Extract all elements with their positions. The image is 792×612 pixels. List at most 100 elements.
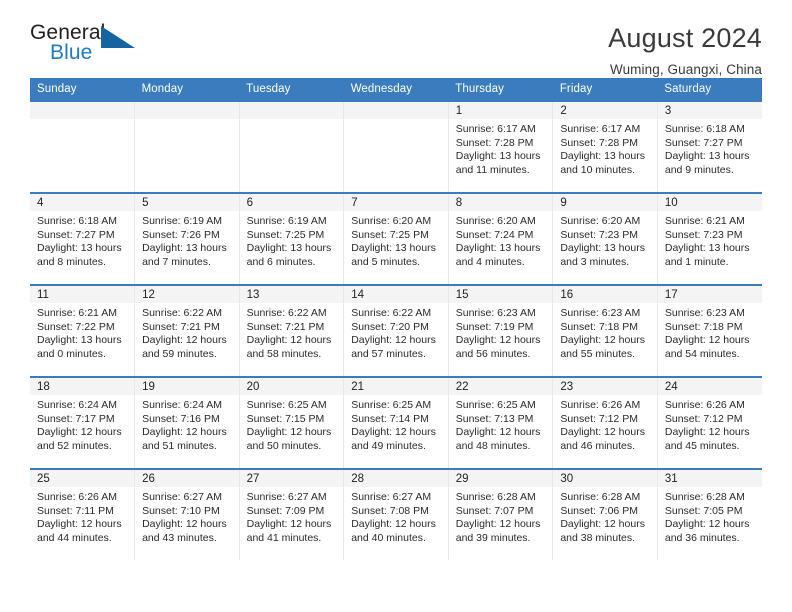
day-number: 26	[135, 470, 239, 487]
calendar-day-cell[interactable]: 17 Sunrise: 6:23 AM Sunset: 7:18 PM Dayligh…	[656, 284, 762, 377]
daylight-text-line1: Daylight: 12 hours	[664, 334, 750, 347]
daylight-text-line1: Daylight: 13 hours	[560, 242, 645, 255]
day-number: 29	[448, 470, 553, 487]
daylight-text-line1: Daylight: 13 hours	[664, 242, 750, 255]
calendar-day-cell[interactable]: 31 Sunrise: 6:28 AM Sunset: 7:05 PM Dayligh…	[656, 468, 762, 560]
daylight-text-line2: and 40 minutes.	[351, 531, 426, 544]
sunrise-text: Sunrise: 6:22 AM	[142, 307, 223, 319]
day-number: 1	[448, 102, 553, 119]
calendar-day-cell[interactable]: 27 Sunrise: 6:27 AM Sunset: 7:09 PM Dayligh…	[238, 468, 344, 560]
calendar-day-cell[interactable]: 18 Sunrise: 6:24 AM Sunset: 7:17 PM Dayligh…	[30, 376, 135, 469]
day-details: Sunrise: 6:23 AM Sunset: 7:18 PM Daylight:…	[658, 303, 762, 361]
calendar-empty-cell	[30, 100, 135, 193]
sunrise-text: Sunrise: 6:28 AM	[455, 491, 536, 503]
calendar-day-cell[interactable]: 14 Sunrise: 6:22 AM Sunset: 7:20 PM Dayligh…	[343, 284, 449, 377]
daylight-text-line1: Daylight: 12 hours	[246, 334, 332, 347]
daylight-text-line1: Daylight: 12 hours	[142, 518, 227, 531]
daylight-text-line2: and 39 minutes.	[455, 531, 531, 544]
calendar-day-cell[interactable]: 12 Sunrise: 6:22 AM Sunset: 7:21 PM Dayligh…	[134, 284, 240, 377]
calendar-day-cell[interactable]: 6 Sunrise: 6:19 AM Sunset: 7:25 PM Daylight…	[238, 192, 344, 285]
daylight-text-line2: and 50 minutes.	[246, 439, 322, 452]
day-details: Sunrise: 6:27 AM Sunset: 7:10 PM Daylight:…	[135, 487, 239, 545]
sunrise-sunset-calendar: Sunday Monday Tuesday Wednesday Thursday…	[30, 78, 762, 560]
calendar-day-cell[interactable]: 16 Sunrise: 6:23 AM Sunset: 7:18 PM Dayligh…	[552, 284, 658, 377]
day-cell-content	[344, 102, 448, 192]
page-title: August 2024	[608, 23, 762, 53]
daylight-text-line1: Daylight: 12 hours	[560, 334, 645, 347]
day-cell-content: 16 Sunrise: 6:23 AM Sunset: 7:18 PM Dayligh…	[553, 286, 657, 376]
day-cell-content: 23 Sunrise: 6:26 AM Sunset: 7:12 PM Dayligh…	[553, 378, 657, 468]
day-cell-content: 28 Sunrise: 6:27 AM Sunset: 7:08 PM Dayligh…	[344, 470, 448, 560]
daylight-text-line2: and 10 minutes.	[560, 163, 636, 176]
day-details: Sunrise: 6:26 AM Sunset: 7:12 PM Daylight:…	[553, 395, 657, 453]
day-cell-content: 14 Sunrise: 6:22 AM Sunset: 7:20 PM Dayligh…	[344, 286, 448, 376]
weekday-header-thursday: Thursday	[448, 78, 553, 101]
day-details: Sunrise: 6:22 AM Sunset: 7:20 PM Daylight:…	[344, 303, 448, 361]
day-details: Sunrise: 6:28 AM Sunset: 7:06 PM Daylight:…	[553, 487, 657, 545]
day-cell-content: 24 Sunrise: 6:26 AM Sunset: 7:12 PM Dayligh…	[657, 378, 762, 468]
daylight-text-line1: Daylight: 12 hours	[246, 518, 332, 531]
daylight-text-line2: and 4 minutes.	[455, 255, 525, 268]
daylight-text-line1: Daylight: 12 hours	[455, 334, 541, 347]
sunrise-text: Sunrise: 6:17 AM	[560, 123, 641, 135]
day-cell-content: 25 Sunrise: 6:26 AM Sunset: 7:11 PM Dayligh…	[30, 470, 135, 560]
daylight-text-line2: and 54 minutes.	[664, 347, 740, 360]
day-cell-content: 13 Sunrise: 6:22 AM Sunset: 7:21 PM Dayligh…	[239, 286, 344, 376]
day-details: Sunrise: 6:22 AM Sunset: 7:21 PM Daylight:…	[135, 303, 239, 361]
day-number: 22	[448, 378, 553, 395]
daylight-text-line1: Daylight: 13 hours	[664, 150, 750, 163]
day-cell-content: 18 Sunrise: 6:24 AM Sunset: 7:17 PM Dayligh…	[30, 378, 135, 468]
sunrise-text: Sunrise: 6:19 AM	[142, 215, 223, 227]
day-number: 12	[135, 286, 239, 303]
daylight-text-line1: Daylight: 12 hours	[142, 334, 227, 347]
sunrise-text: Sunrise: 6:25 AM	[246, 399, 327, 411]
calendar-day-cell[interactable]: 10 Sunrise: 6:21 AM Sunset: 7:23 PM Dayligh…	[656, 192, 762, 285]
daylight-text-line1: Daylight: 13 hours	[142, 242, 227, 255]
calendar-day-cell[interactable]: 30 Sunrise: 6:28 AM Sunset: 7:06 PM Dayligh…	[552, 468, 658, 560]
daylight-text-line2: and 51 minutes.	[142, 439, 217, 452]
calendar-day-cell[interactable]: 29 Sunrise: 6:28 AM Sunset: 7:07 PM Dayligh…	[447, 468, 553, 560]
calendar-day-cell[interactable]: 13 Sunrise: 6:22 AM Sunset: 7:21 PM Dayligh…	[238, 284, 344, 377]
calendar-day-cell[interactable]: 26 Sunrise: 6:27 AM Sunset: 7:10 PM Dayligh…	[134, 468, 240, 560]
sunset-text: Sunset: 7:12 PM	[560, 412, 638, 425]
calendar-page: General Blue August 2024 Wuming, Guangxi…	[0, 0, 792, 612]
sunset-text: Sunset: 7:21 PM	[142, 320, 220, 333]
calendar-day-cell[interactable]: 1 Sunrise: 6:17 AM Sunset: 7:28 PM Daylight…	[447, 100, 553, 193]
sunrise-text: Sunrise: 6:19 AM	[246, 215, 327, 227]
calendar-day-cell[interactable]: 3 Sunrise: 6:18 AM Sunset: 7:27 PM Daylight…	[656, 100, 762, 193]
sunrise-text: Sunrise: 6:24 AM	[142, 399, 223, 411]
calendar-day-cell[interactable]: 4 Sunrise: 6:18 AM Sunset: 7:27 PM Daylight…	[30, 192, 135, 285]
calendar-day-cell[interactable]: 23 Sunrise: 6:26 AM Sunset: 7:12 PM Dayligh…	[552, 376, 658, 469]
brand-logo[interactable]: General Blue	[30, 22, 150, 70]
day-cell-content: 9 Sunrise: 6:20 AM Sunset: 7:23 PM Daylight…	[553, 194, 657, 284]
calendar-day-cell[interactable]: 20 Sunrise: 6:25 AM Sunset: 7:15 PM Dayligh…	[238, 376, 344, 469]
day-details: Sunrise: 6:25 AM Sunset: 7:14 PM Daylight:…	[344, 395, 448, 453]
day-number: 18	[30, 378, 135, 395]
calendar-day-cell[interactable]: 7 Sunrise: 6:20 AM Sunset: 7:25 PM Daylight…	[343, 192, 449, 285]
daylight-text-line2: and 7 minutes.	[142, 255, 211, 268]
sunset-text: Sunset: 7:28 PM	[560, 136, 638, 149]
calendar-day-cell[interactable]: 19 Sunrise: 6:24 AM Sunset: 7:16 PM Dayligh…	[134, 376, 240, 469]
sunrise-text: Sunrise: 6:23 AM	[455, 307, 536, 319]
day-cell-content: 22 Sunrise: 6:25 AM Sunset: 7:13 PM Dayligh…	[448, 378, 553, 468]
day-number: 3	[657, 102, 762, 119]
sunset-text: Sunset: 7:08 PM	[351, 504, 429, 517]
calendar-day-cell[interactable]: 15 Sunrise: 6:23 AM Sunset: 7:19 PM Dayligh…	[447, 284, 553, 377]
calendar-day-cell[interactable]: 28 Sunrise: 6:27 AM Sunset: 7:08 PM Dayligh…	[343, 468, 449, 560]
calendar-day-cell[interactable]: 8 Sunrise: 6:20 AM Sunset: 7:24 PM Daylight…	[447, 192, 553, 285]
sunset-text: Sunset: 7:17 PM	[37, 412, 115, 425]
calendar-day-cell[interactable]: 21 Sunrise: 6:25 AM Sunset: 7:14 PM Dayligh…	[343, 376, 449, 469]
calendar-day-cell[interactable]: 22 Sunrise: 6:25 AM Sunset: 7:13 PM Dayligh…	[447, 376, 553, 469]
calendar-day-cell[interactable]: 2 Sunrise: 6:17 AM Sunset: 7:28 PM Daylight…	[552, 100, 658, 193]
day-details: Sunrise: 6:26 AM Sunset: 7:11 PM Daylight:…	[30, 487, 134, 545]
calendar-day-cell[interactable]: 25 Sunrise: 6:26 AM Sunset: 7:11 PM Dayligh…	[30, 468, 135, 560]
day-number: 6	[239, 194, 344, 211]
calendar-day-cell[interactable]: 11 Sunrise: 6:21 AM Sunset: 7:22 PM Dayligh…	[30, 284, 135, 377]
daylight-text-line1: Daylight: 13 hours	[246, 242, 332, 255]
day-number: 27	[239, 470, 344, 487]
calendar-day-cell[interactable]: 5 Sunrise: 6:19 AM Sunset: 7:26 PM Daylight…	[134, 192, 240, 285]
calendar-day-cell[interactable]: 24 Sunrise: 6:26 AM Sunset: 7:12 PM Dayligh…	[656, 376, 762, 469]
calendar-day-cell[interactable]: 9 Sunrise: 6:20 AM Sunset: 7:23 PM Daylight…	[552, 192, 658, 285]
sunset-text: Sunset: 7:06 PM	[560, 504, 638, 517]
day-details: Sunrise: 6:18 AM Sunset: 7:27 PM Daylight:…	[658, 119, 762, 177]
